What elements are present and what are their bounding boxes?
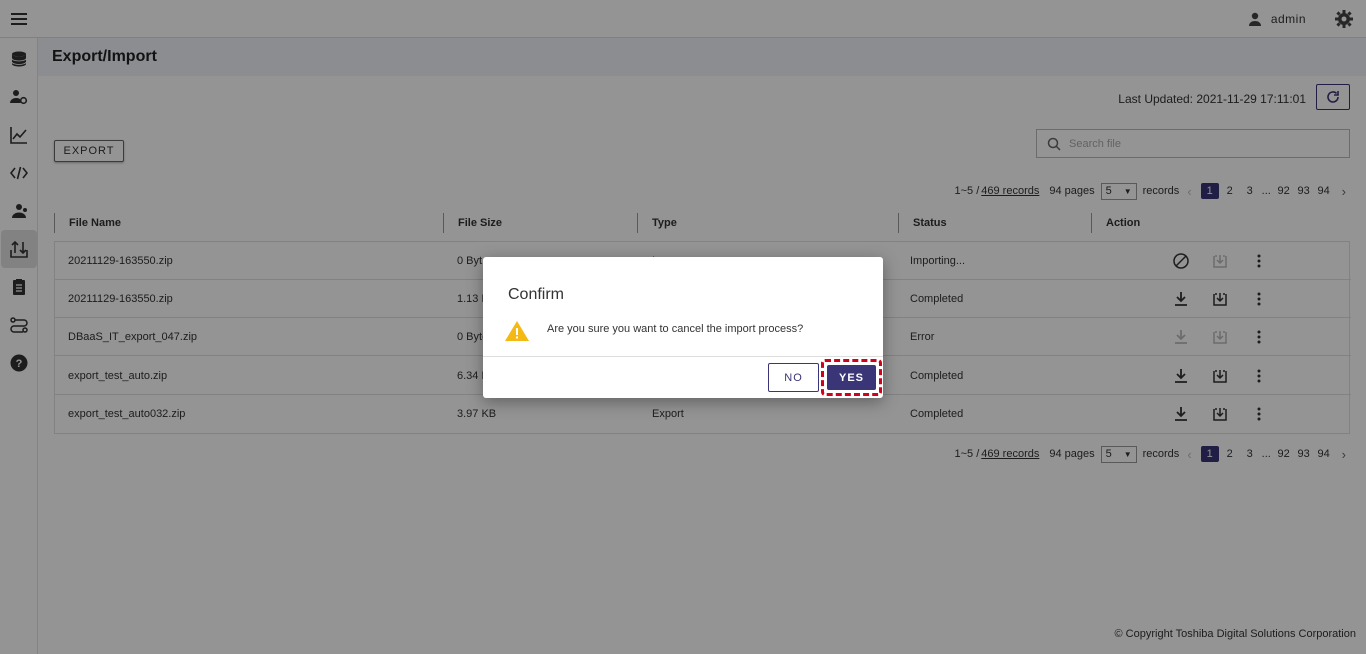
- confirm-dialog: Confirm Are you sure you want to cancel …: [483, 257, 883, 398]
- yes-button[interactable]: YES: [827, 365, 876, 390]
- no-button[interactable]: NO: [768, 363, 819, 392]
- dialog-divider: [483, 356, 883, 357]
- dialog-message: Are you sure you want to cancel the impo…: [547, 323, 804, 335]
- yes-button-highlight: YES: [821, 359, 882, 396]
- warning-icon: [505, 321, 529, 341]
- dialog-title: Confirm: [508, 286, 565, 303]
